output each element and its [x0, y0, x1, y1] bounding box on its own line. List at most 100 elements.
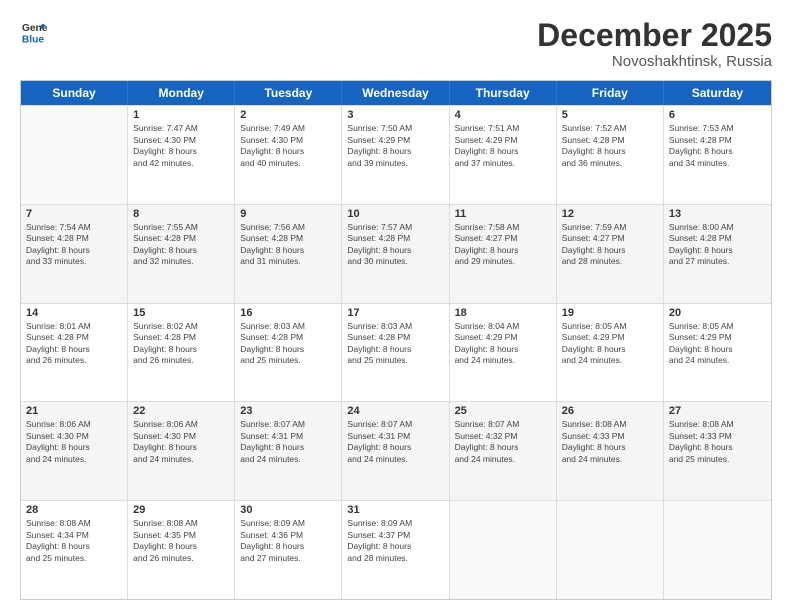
- cell-info-line: Daylight: 8 hours: [669, 146, 766, 157]
- cell-info-line: Daylight: 8 hours: [133, 541, 229, 552]
- cell-info-line: Sunrise: 8:07 AM: [455, 419, 551, 430]
- calendar-cell: 31Sunrise: 8:09 AMSunset: 4:37 PMDayligh…: [342, 501, 449, 599]
- day-number: 6: [669, 109, 766, 121]
- calendar-cell: 15Sunrise: 8:02 AMSunset: 4:28 PMDayligh…: [128, 304, 235, 402]
- cell-info-line: and 26 minutes.: [26, 355, 122, 366]
- cell-info-line: and 32 minutes.: [133, 256, 229, 267]
- day-number: 10: [347, 208, 443, 220]
- cell-info-line: Sunrise: 8:00 AM: [669, 222, 766, 233]
- calendar-cell: [664, 501, 771, 599]
- cell-info-line: Sunrise: 8:08 AM: [669, 419, 766, 430]
- title-block: December 2025 Novoshakhtinsk, Russia: [537, 18, 772, 70]
- day-number: 1: [133, 109, 229, 121]
- cell-info-line: Sunset: 4:27 PM: [455, 233, 551, 244]
- cell-info-line: and 34 minutes.: [669, 158, 766, 169]
- cell-info-line: Sunset: 4:29 PM: [455, 332, 551, 343]
- cell-info-line: and 24 minutes.: [455, 454, 551, 465]
- cell-info-line: Sunrise: 7:50 AM: [347, 123, 443, 134]
- calendar-cell: 24Sunrise: 8:07 AMSunset: 4:31 PMDayligh…: [342, 402, 449, 500]
- cell-info-line: Sunset: 4:37 PM: [347, 530, 443, 541]
- calendar-cell: 4Sunrise: 7:51 AMSunset: 4:29 PMDaylight…: [450, 106, 557, 204]
- weekday-header: Wednesday: [342, 81, 449, 105]
- cell-info-line: Sunset: 4:29 PM: [669, 332, 766, 343]
- cell-info-line: Sunset: 4:29 PM: [347, 135, 443, 146]
- cell-info-line: Sunset: 4:29 PM: [562, 332, 658, 343]
- day-number: 7: [26, 208, 122, 220]
- calendar-cell: [450, 501, 557, 599]
- cell-info-line: and 31 minutes.: [240, 256, 336, 267]
- cell-info-line: and 24 minutes.: [26, 454, 122, 465]
- calendar-cell: 27Sunrise: 8:08 AMSunset: 4:33 PMDayligh…: [664, 402, 771, 500]
- calendar-cell: 21Sunrise: 8:06 AMSunset: 4:30 PMDayligh…: [21, 402, 128, 500]
- cell-info-line: Sunset: 4:33 PM: [562, 431, 658, 442]
- cell-info-line: Sunset: 4:30 PM: [26, 431, 122, 442]
- cell-info-line: Sunrise: 7:53 AM: [669, 123, 766, 134]
- cell-info-line: Daylight: 8 hours: [562, 245, 658, 256]
- cell-info-line: and 24 minutes.: [455, 355, 551, 366]
- cell-info-line: Sunrise: 7:49 AM: [240, 123, 336, 134]
- calendar-cell: 16Sunrise: 8:03 AMSunset: 4:28 PMDayligh…: [235, 304, 342, 402]
- day-number: 17: [347, 307, 443, 319]
- calendar-cell: [557, 501, 664, 599]
- cell-info-line: Sunset: 4:28 PM: [347, 332, 443, 343]
- cell-info-line: Sunrise: 7:55 AM: [133, 222, 229, 233]
- weekday-header: Tuesday: [235, 81, 342, 105]
- cell-info-line: Daylight: 8 hours: [240, 442, 336, 453]
- calendar-cell: 13Sunrise: 8:00 AMSunset: 4:28 PMDayligh…: [664, 205, 771, 303]
- calendar-cell: 12Sunrise: 7:59 AMSunset: 4:27 PMDayligh…: [557, 205, 664, 303]
- cell-info-line: and 27 minutes.: [669, 256, 766, 267]
- calendar-row: 1Sunrise: 7:47 AMSunset: 4:30 PMDaylight…: [21, 105, 771, 204]
- cell-info-line: Sunset: 4:28 PM: [669, 135, 766, 146]
- cell-info-line: Sunrise: 8:05 AM: [669, 321, 766, 332]
- calendar-cell: 30Sunrise: 8:09 AMSunset: 4:36 PMDayligh…: [235, 501, 342, 599]
- day-number: 19: [562, 307, 658, 319]
- cell-info-line: Sunset: 4:33 PM: [669, 431, 766, 442]
- calendar-cell: 29Sunrise: 8:08 AMSunset: 4:35 PMDayligh…: [128, 501, 235, 599]
- day-number: 3: [347, 109, 443, 121]
- cell-info-line: Daylight: 8 hours: [669, 245, 766, 256]
- cell-info-line: Sunset: 4:30 PM: [133, 135, 229, 146]
- cell-info-line: and 37 minutes.: [455, 158, 551, 169]
- weekday-header: Thursday: [450, 81, 557, 105]
- calendar-cell: 7Sunrise: 7:54 AMSunset: 4:28 PMDaylight…: [21, 205, 128, 303]
- day-number: 16: [240, 307, 336, 319]
- cell-info-line: Sunset: 4:32 PM: [455, 431, 551, 442]
- cell-info-line: Sunrise: 8:08 AM: [562, 419, 658, 430]
- day-number: 28: [26, 504, 122, 516]
- calendar-row: 14Sunrise: 8:01 AMSunset: 4:28 PMDayligh…: [21, 303, 771, 402]
- svg-text:Blue: Blue: [22, 34, 45, 45]
- day-number: 26: [562, 405, 658, 417]
- day-number: 14: [26, 307, 122, 319]
- cell-info-line: Sunset: 4:31 PM: [347, 431, 443, 442]
- header: General Blue December 2025 Novoshakhtins…: [20, 18, 772, 70]
- day-number: 9: [240, 208, 336, 220]
- calendar-cell: 19Sunrise: 8:05 AMSunset: 4:29 PMDayligh…: [557, 304, 664, 402]
- cell-info-line: Sunrise: 7:52 AM: [562, 123, 658, 134]
- cell-info-line: Sunrise: 8:07 AM: [347, 419, 443, 430]
- cell-info-line: Sunset: 4:27 PM: [562, 233, 658, 244]
- cell-info-line: Sunrise: 7:58 AM: [455, 222, 551, 233]
- cell-info-line: Sunset: 4:28 PM: [562, 135, 658, 146]
- day-number: 15: [133, 307, 229, 319]
- cell-info-line: and 24 minutes.: [347, 454, 443, 465]
- calendar-cell: 9Sunrise: 7:56 AMSunset: 4:28 PMDaylight…: [235, 205, 342, 303]
- logo: General Blue: [20, 18, 48, 46]
- cell-info-line: Daylight: 8 hours: [240, 344, 336, 355]
- calendar-cell: 5Sunrise: 7:52 AMSunset: 4:28 PMDaylight…: [557, 106, 664, 204]
- cell-info-line: Daylight: 8 hours: [455, 442, 551, 453]
- day-number: 20: [669, 307, 766, 319]
- cell-info-line: Sunset: 4:28 PM: [240, 332, 336, 343]
- day-number: 22: [133, 405, 229, 417]
- day-number: 27: [669, 405, 766, 417]
- cell-info-line: Daylight: 8 hours: [240, 146, 336, 157]
- cell-info-line: Sunrise: 7:57 AM: [347, 222, 443, 233]
- cell-info-line: Daylight: 8 hours: [562, 146, 658, 157]
- day-number: 18: [455, 307, 551, 319]
- cell-info-line: Daylight: 8 hours: [133, 146, 229, 157]
- calendar-cell: 10Sunrise: 7:57 AMSunset: 4:28 PMDayligh…: [342, 205, 449, 303]
- cell-info-line: and 24 minutes.: [562, 454, 658, 465]
- cell-info-line: and 26 minutes.: [133, 355, 229, 366]
- calendar-cell: 8Sunrise: 7:55 AMSunset: 4:28 PMDaylight…: [128, 205, 235, 303]
- cell-info-line: and 24 minutes.: [562, 355, 658, 366]
- weekday-header: Sunday: [21, 81, 128, 105]
